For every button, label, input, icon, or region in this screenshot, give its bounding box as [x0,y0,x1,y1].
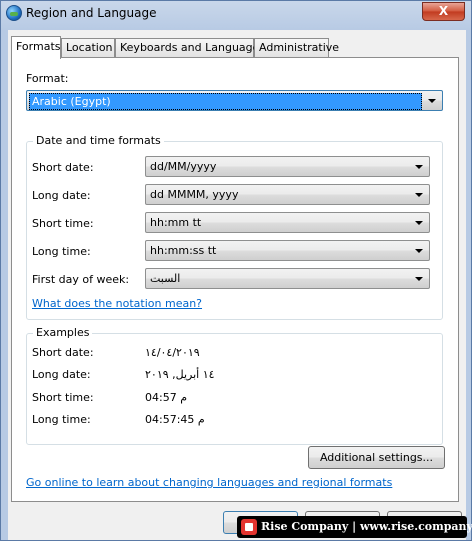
first-day-of-week-value: السبت [150,272,181,285]
chevron-down-icon [415,249,423,253]
rise-company-watermark: Rise Company | www.rise.company [237,516,472,538]
globe-icon [6,5,22,21]
additional-settings-button[interactable]: Additional settings... [308,446,445,469]
example-long-date-label: Long date: [32,368,91,381]
example-short-time-value: 04:57 م [145,391,188,404]
example-long-date-value: ١٤ أبريل, ٢٠١٩ [145,368,215,381]
date-time-formats-group: Date and time formats Short date: dd/MM/… [26,134,443,320]
example-short-time-label: Short time: [32,391,94,404]
format-label: Format: [26,72,69,85]
first-day-of-week-label: First day of week: [32,273,130,286]
first-day-of-week-dropdown[interactable]: السبت [145,268,430,289]
online-help-link[interactable]: Go online to learn about changing langua… [26,476,392,489]
notation-help-link[interactable]: What does the notation mean? [32,297,202,310]
tab-location[interactable]: Location [61,38,115,58]
short-date-label: Short date: [32,161,94,174]
rise-logo-icon [241,519,257,535]
formats-panel: Format: Arabic (Egypt) Date and time for… [11,57,459,502]
long-date-value: dd MMMM, yyyy [150,188,239,201]
format-dropdown[interactable]: Arabic (Egypt) [26,90,443,111]
tab-keyboards-and-languages[interactable]: Keyboards and Languages [115,38,265,58]
chevron-down-icon [428,99,436,103]
tab-administrative[interactable]: Administrative [254,38,339,58]
long-date-dropdown[interactable]: dd MMMM, yyyy [145,184,430,205]
title-bar[interactable]: Region and Language X [1,1,471,28]
short-time-label: Short time: [32,217,94,230]
chevron-down-icon [415,193,423,197]
close-button[interactable]: X [422,2,465,21]
examples-title: Examples [33,326,93,339]
chevron-down-icon [415,277,423,281]
examples-group: Examples Short date: ١٤/٠٤/٢٠١٩ Long dat… [26,326,443,445]
short-date-dropdown[interactable]: dd/MM/yyyy [145,156,430,177]
watermark-text: Rise Company | www.rise.company [261,520,472,533]
dialog-client-area: Formats Location Keyboards and Languages… [8,30,466,540]
example-long-time-value: 04:57:45 م [145,413,205,426]
example-short-date-value: ١٤/٠٤/٢٠١٩ [145,346,200,359]
date-time-formats-title: Date and time formats [33,134,164,147]
short-time-value: hh:mm tt [150,216,202,229]
long-time-value: hh:mm:ss tt [150,244,217,257]
long-time-dropdown[interactable]: hh:mm:ss tt [145,240,430,261]
tab-formats[interactable]: Formats [11,36,61,59]
chevron-down-icon [415,221,423,225]
short-date-value: dd/MM/yyyy [150,160,217,173]
chevron-down-icon [415,165,423,169]
format-selected-value: Arabic (Egypt) [29,93,422,110]
short-time-dropdown[interactable]: hh:mm tt [145,212,430,233]
example-short-date-label: Short date: [32,346,94,359]
region-language-window: Region and Language X Formats Location K… [0,0,472,541]
long-date-label: Long date: [32,189,91,202]
window-title: Region and Language [26,6,157,20]
example-long-time-label: Long time: [32,413,91,426]
long-time-label: Long time: [32,245,91,258]
